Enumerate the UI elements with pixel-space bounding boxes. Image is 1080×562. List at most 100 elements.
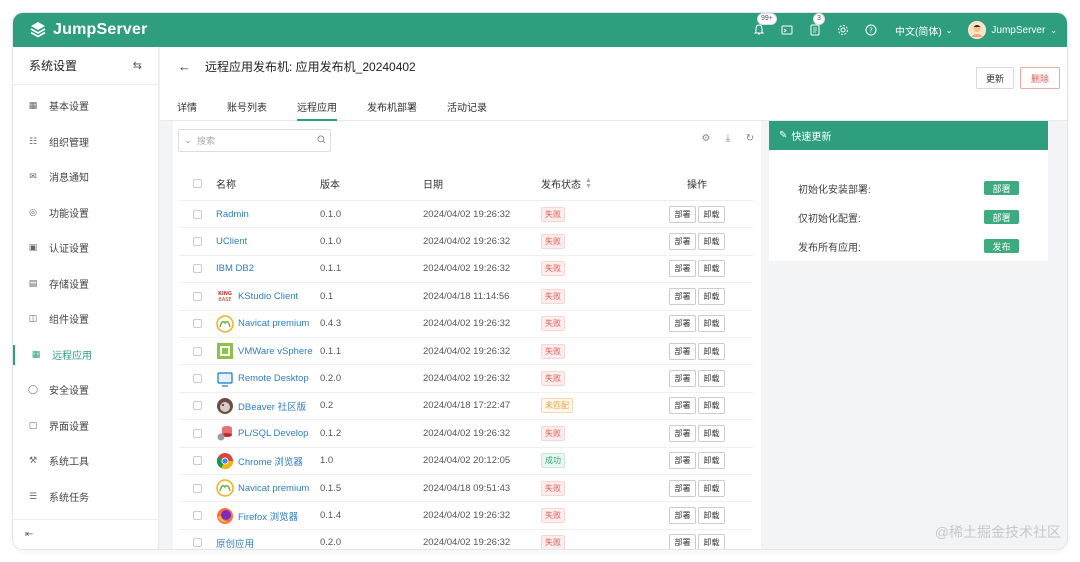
status-failed-badge: 失败 [541,288,565,304]
uninstall-button[interactable]: 卸载 [698,507,725,525]
update-button[interactable]: 更新 [976,67,1014,89]
deploy-button[interactable]: 部署 [669,205,696,223]
row-checkbox[interactable] [193,319,202,329]
status-failed-badge: 失败 [541,535,565,549]
help-button[interactable]: ? [857,13,885,47]
uninstall-button[interactable]: 卸载 [698,479,725,497]
uninstall-button[interactable]: 卸载 [698,424,725,442]
back-arrow-icon[interactable]: ← [178,59,191,74]
app-name-link[interactable]: VMWare vSphere [238,346,313,357]
uninstall-button[interactable]: 卸载 [698,260,725,278]
quick-update-header: ✎ 快速更新 [769,121,1048,150]
brand-logo[interactable]: JumpServer [29,21,148,39]
refresh-icon[interactable]: ↻ [739,133,761,144]
sidebar-collapse-button[interactable]: ⇤ [13,519,159,549]
quick-update-action-button[interactable]: 部署 [984,181,1019,195]
uninstall-button[interactable]: 卸载 [698,205,725,223]
tab[interactable]: 远程应用 [297,99,337,121]
tab[interactable]: 发布机部署 [367,99,417,121]
sidebar-item[interactable]: ◎ 功能设置 [13,195,158,231]
row-checkbox[interactable] [193,346,202,356]
app-name-link[interactable]: Navicat premium [238,483,309,494]
row-checkbox[interactable] [193,483,202,493]
user-menu[interactable]: JumpServer ⌄ [968,21,1057,39]
tab[interactable]: 账号列表 [227,99,267,121]
app-name-link[interactable]: Firefox 浏览器 [238,509,298,523]
sidebar-item[interactable]: ▢ 界面设置 [13,408,158,444]
uninstall-button[interactable]: 卸载 [698,397,725,415]
row-checkbox[interactable] [193,237,202,247]
sidebar-item[interactable]: ☰ 系统任务 [13,479,158,515]
sort-icon[interactable]: ▲ ▼ [585,177,592,190]
select-all-checkbox[interactable] [193,179,202,188]
col-status[interactable]: 发布状态 ▲ ▼ [541,176,641,192]
uninstall-button[interactable]: 卸载 [698,342,725,360]
sidebar-item[interactable]: ◯ 安全设置 [13,372,158,408]
deploy-button[interactable]: 部署 [669,260,696,278]
language-select[interactable]: 中文(简体) ⌄ [895,23,952,38]
uninstall-button[interactable]: 卸载 [698,287,725,305]
notification-button[interactable]: 99+ [745,13,777,47]
search-icon[interactable] [312,135,330,146]
settings-button[interactable] [829,13,857,47]
deploy-button[interactable]: 部署 [669,370,696,388]
gear-icon[interactable]: ⚙ [695,133,717,144]
deploy-button[interactable]: 部署 [669,507,696,525]
app-name-link[interactable]: 原创应用 [216,536,254,549]
deploy-button[interactable]: 部署 [669,479,696,497]
sidebar-item[interactable]: ▣ 认证设置 [13,230,158,266]
row-checkbox[interactable] [193,456,202,466]
deploy-button[interactable]: 部署 [669,287,696,305]
app-name-link[interactable]: PL/SQL Develop [238,428,308,439]
row-checkbox[interactable] [193,511,202,521]
app-name-link[interactable]: Chrome 浏览器 [238,454,303,468]
quick-update-action-button[interactable]: 部署 [984,210,1019,224]
row-checkbox[interactable] [193,291,202,301]
quick-update-action-button[interactable]: 发布 [984,239,1019,253]
tab[interactable]: 详情 [177,99,197,121]
deploy-button[interactable]: 部署 [669,424,696,442]
uninstall-button[interactable]: 卸载 [698,452,725,470]
col-status-label: 发布状态 [541,180,581,191]
row-checkbox[interactable] [193,538,202,548]
app-name-link[interactable]: KStudio Client [238,291,298,302]
sidebar-item[interactable]: ▦ 远程应用 [13,337,158,373]
row-checkbox[interactable] [193,209,202,219]
search-box[interactable]: ⌄ 搜索 [178,129,331,152]
app-name-link[interactable]: DBeaver 社区版 [238,399,306,413]
sidebar-item[interactable]: ▤ 存储设置 [13,266,158,302]
uninstall-button[interactable]: 卸载 [698,370,725,388]
row-checkbox[interactable] [193,374,202,384]
app-name-link[interactable]: Navicat premium [238,318,309,329]
download-icon[interactable]: ⤓ [717,133,739,144]
deploy-button[interactable]: 部署 [669,233,696,251]
sidebar-item[interactable]: ✉ 消息通知 [13,159,158,195]
uninstall-button[interactable]: 卸载 [698,534,725,549]
row-checkbox[interactable] [193,428,202,438]
delete-button[interactable]: 删除 [1020,67,1060,89]
terminal-button[interactable] [773,13,801,47]
tab[interactable]: 活动记录 [447,99,487,121]
deploy-button[interactable]: 部署 [669,315,696,333]
sidebar-item[interactable]: ⚒ 系统工具 [13,443,158,479]
deploy-button[interactable]: 部署 [669,452,696,470]
uninstall-button[interactable]: 卸载 [698,315,725,333]
swap-icon[interactable]: ⇆ [133,59,142,72]
app-name-link[interactable]: Radmin [216,209,249,220]
tickets-button[interactable]: 3 [801,13,829,47]
deploy-button[interactable]: 部署 [669,342,696,360]
sidebar-item[interactable]: ▦ 基本设置 [13,88,158,124]
app-name-link[interactable]: Remote Desktop [238,373,309,384]
sidebar-item[interactable]: ☷ 组织管理 [13,124,158,160]
svg-text:?: ? [869,27,873,35]
row-checkbox[interactable] [193,401,202,411]
deploy-button[interactable]: 部署 [669,534,696,549]
row-checkbox[interactable] [193,264,202,274]
app-name-link[interactable]: IBM DB2 [216,263,254,274]
sidebar-item[interactable]: ◫ 组件设置 [13,301,158,337]
uninstall-button[interactable]: 卸载 [698,233,725,251]
chevron-down-icon[interactable]: ⌄ [179,136,197,145]
deploy-button[interactable]: 部署 [669,397,696,415]
app-name-link[interactable]: UClient [216,236,247,247]
search-input[interactable]: 搜索 [197,134,312,147]
